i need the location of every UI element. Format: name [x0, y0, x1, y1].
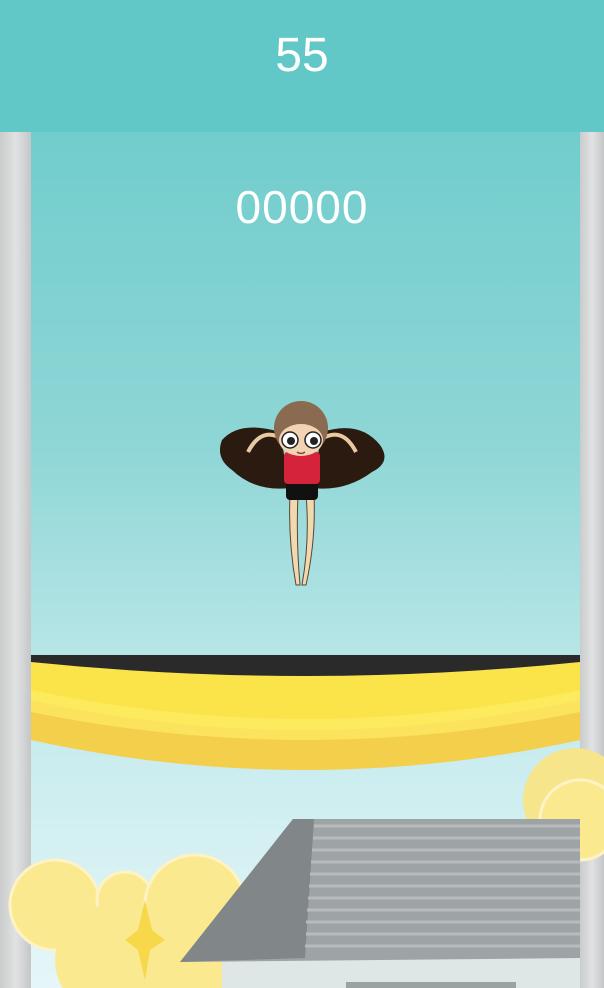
house [180, 819, 580, 988]
trampoline [31, 655, 580, 770]
player-character [219, 401, 385, 586]
game-scene [8, 401, 604, 988]
